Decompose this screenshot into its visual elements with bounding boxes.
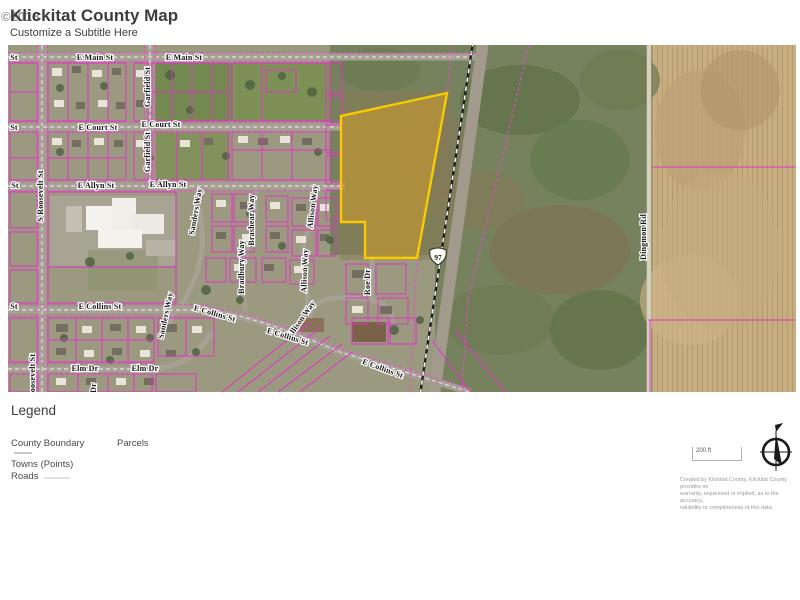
page-subtitle: Customize a Subtitle Here — [10, 27, 138, 39]
north-arrow-icon — [757, 419, 797, 474]
street-label: E Court St — [79, 123, 118, 132]
attribution-line: warranty, expressed or implied, as to th… — [680, 491, 800, 505]
street-label: Roosevelt St — [28, 354, 37, 392]
page-title: Klickitat County Map — [10, 6, 178, 26]
county-boundary-swatch — [14, 452, 32, 454]
attribution-line: Created by Klickitat County, Klickitat C… — [680, 477, 800, 491]
legend-item-county-boundary: County Boundary — [11, 438, 84, 449]
street-label: E Court St — [142, 120, 181, 129]
map-canvas[interactable]: 97 St E Main St E Main St Garfield St St… — [8, 45, 796, 392]
street-label: St — [10, 302, 18, 311]
highway-97-label: 97 — [434, 253, 442, 262]
street-label: Garfield St — [143, 132, 152, 172]
street-label: S Roosevelt St — [36, 170, 45, 221]
street-label: E Main St — [166, 53, 203, 62]
street-label: Allison Way — [299, 249, 310, 293]
street-label: Garfield St — [143, 67, 152, 107]
scale-bar: 200 ft — [692, 447, 742, 461]
street-label: E Allyn St — [150, 180, 187, 189]
street-label: E Collins St — [79, 302, 122, 311]
legend-item-parcels: Parcels — [117, 438, 149, 449]
street-label: Elm Dr — [132, 364, 159, 373]
street-label: Roe Dr — [363, 269, 372, 295]
street-label: Elm Dr — [72, 364, 99, 373]
street-label: Dingmon Rd — [639, 214, 648, 260]
street-label: E Allyn St — [78, 181, 115, 190]
street-label: Bradbury Way — [237, 240, 246, 294]
street-label: St — [10, 123, 18, 132]
street-label: E Main St — [77, 53, 114, 62]
street-label: St — [10, 53, 18, 62]
attribution-line: reliability or completeness of this data… — [680, 505, 800, 512]
street-label: Brashear Way — [247, 194, 256, 245]
street-label: St — [11, 181, 19, 190]
street-label: Dr — [89, 383, 98, 392]
scale-bar-label: 200 ft — [693, 448, 741, 454]
legend-item-roads: Roads — [11, 471, 38, 482]
roads-swatch — [44, 477, 70, 479]
attribution-text: Created by Klickitat County, Klickitat C… — [680, 477, 800, 512]
aerial-map: 97 St E Main St E Main St Garfield St St… — [8, 45, 796, 392]
legend-title: Legend — [11, 403, 56, 418]
legend-item-towns-points: Towns (Points) — [11, 459, 73, 470]
map-export-page: { "header": { "title": "Klickitat County… — [0, 0, 800, 600]
